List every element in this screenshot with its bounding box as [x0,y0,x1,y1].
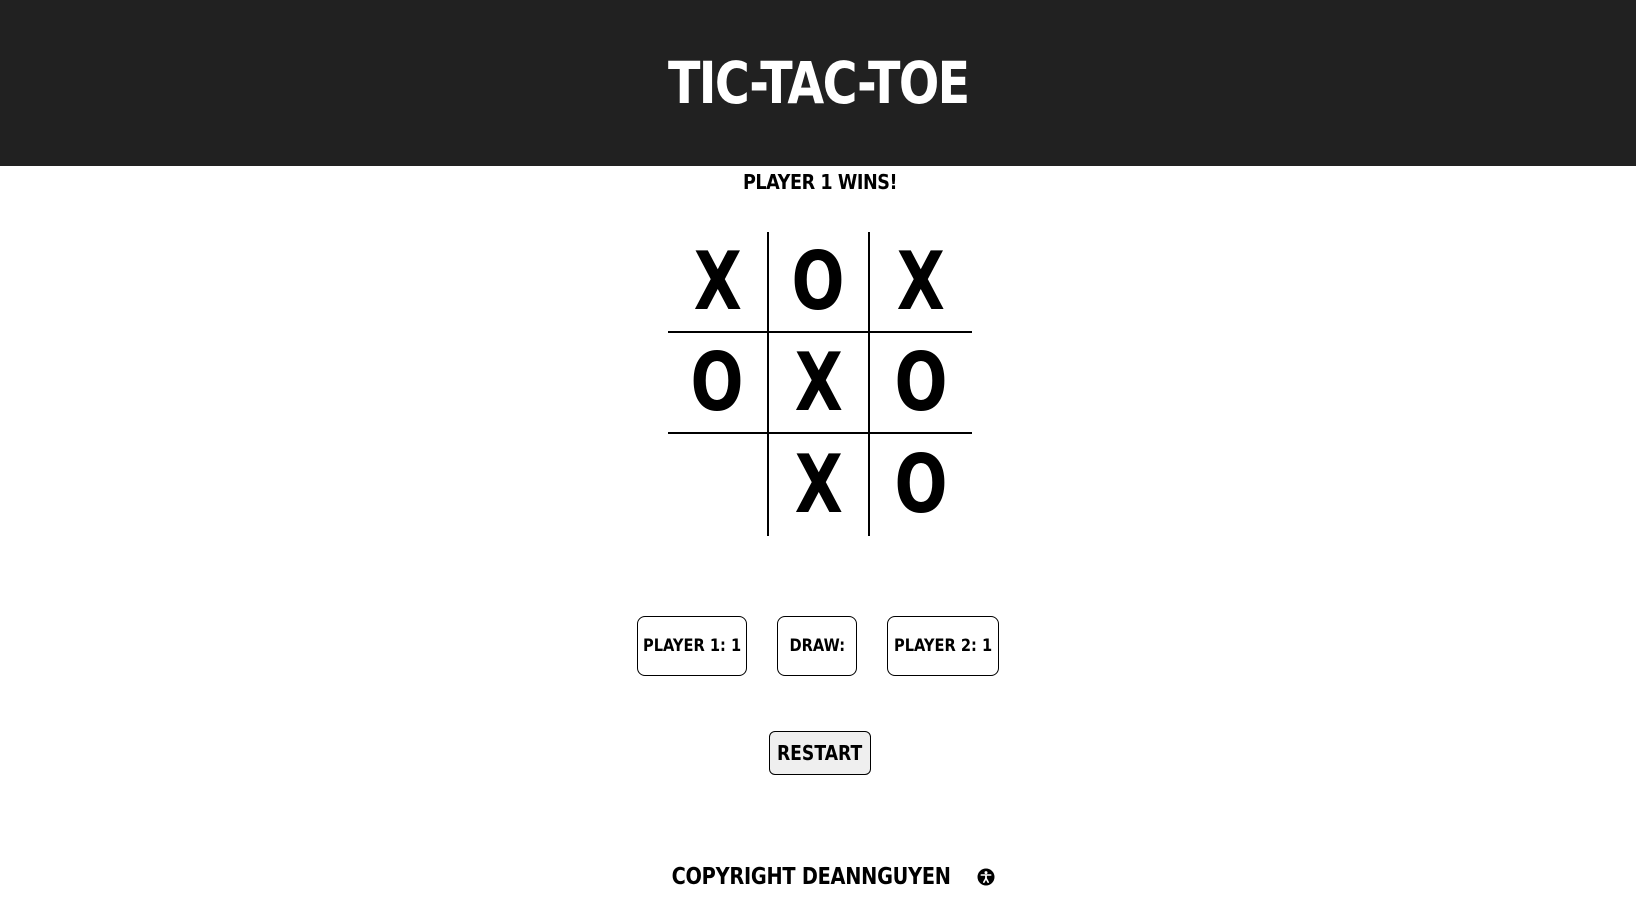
draw-score-label: DRAW: [789,636,845,656]
restart-button[interactable]: RESTART [769,731,871,775]
copyright-text: COPYRIGHT DEANNGUYEN [671,864,951,890]
player1-score: PLAYER 1: 1 [637,616,747,676]
footer: COPYRIGHT DEANNGUYEN [0,864,1636,890]
cell-mark: O [690,335,745,429]
cell-mark: O [894,335,948,429]
board-cell-5[interactable]: O [870,333,972,434]
board-cell-2[interactable]: X [870,232,972,333]
board-cell-3[interactable]: O [668,333,769,434]
scoreboard: PLAYER 1: 1 DRAW: PLAYER 2: 1 [0,616,1636,676]
board-cell-8[interactable]: O [870,434,972,536]
cell-mark: X [794,335,843,429]
board-cell-0[interactable]: X [668,232,769,333]
board-cell-4[interactable]: X [769,333,870,434]
player1-score-label: PLAYER 1: 1 [642,636,742,656]
page-title: TIC-TAC-TOE [667,49,970,117]
cell-mark: X [693,234,742,328]
accessibility-icon[interactable] [977,868,995,886]
board-cell-1[interactable]: O [769,232,870,333]
draw-score: DRAW: [777,616,857,676]
player2-score: PLAYER 2: 1 [887,616,999,676]
board-cell-7[interactable]: X [769,434,870,536]
cell-mark: O [894,438,948,531]
game-board: X O X O X O X O [668,232,972,536]
header-bar: TIC-TAC-TOE [0,0,1636,166]
cell-mark: X [794,438,843,531]
game-status: PLAYER 1 WINS! [742,170,898,194]
cell-mark: X [896,234,946,328]
player2-score-label: PLAYER 2: 1 [893,636,993,656]
cell-mark: O [791,234,846,328]
restart-label: RESTART [777,741,863,765]
board-cell-6[interactable] [668,434,769,536]
